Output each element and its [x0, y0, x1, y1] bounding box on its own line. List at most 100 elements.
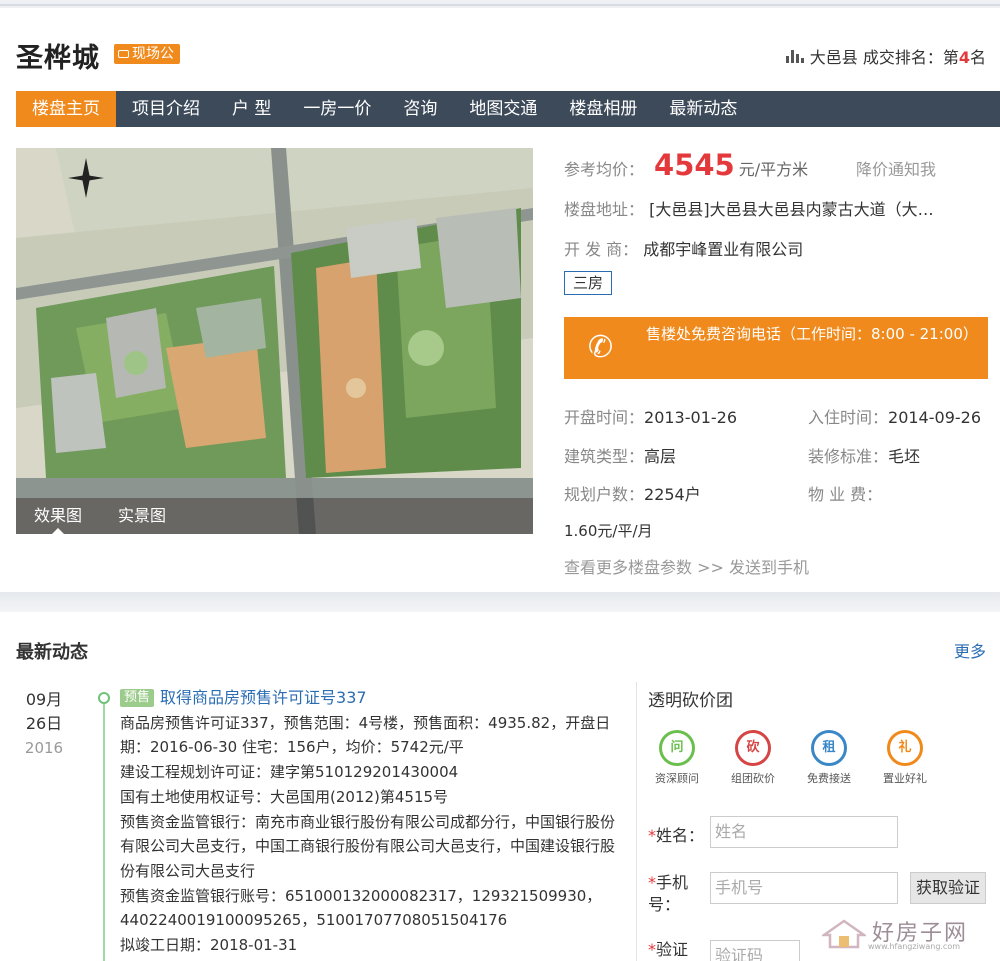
news-line: 预售资金监管银行：南充市商业银行股份有限公司成都分行，中国银行股份有限公司大邑支…	[120, 812, 616, 880]
households-label: 规划户数：	[564, 485, 645, 504]
news-date: 09月26日 2016	[16, 688, 72, 760]
more-params-link[interactable]: 查看更多楼盘参数 >> 发送到手机	[564, 554, 809, 578]
section-gap	[0, 592, 1000, 612]
decoration-label: 装修标准：	[808, 447, 889, 466]
onsite-badge[interactable]: 现场公	[114, 44, 180, 64]
address-row: 楼盘地址： [大邑县]大邑县大邑县内蒙古大道（大…	[564, 196, 988, 220]
name-label: *姓名：	[648, 826, 705, 845]
news-headline-link[interactable]: 取得商品房预售许可证号337	[160, 686, 367, 711]
benefit-label: 免费接送	[807, 772, 851, 785]
main-nav: 楼盘主页 项目介绍 户 型 一房一价 咨询 地图交通 楼盘相册 最新动态	[16, 91, 1000, 127]
news-line: 预售资金监管银行账号：651000132000082317，1293215099…	[120, 886, 602, 930]
get-code-button[interactable]: 获取验证	[910, 872, 986, 904]
rank-prefix: 大邑县 成交排名：第	[809, 48, 959, 67]
consultant-icon: 问	[659, 730, 695, 766]
phone-label: *手机号：	[648, 873, 689, 914]
site-plan-illustration	[16, 148, 533, 534]
consult-phone-text: 售楼处免费咨询电话（工作时间：8:00 - 21:00）	[646, 325, 978, 343]
address-label: 楼盘地址：	[564, 200, 645, 219]
news-line: 建设工程规划许可证：建字第510129201430004	[120, 763, 459, 782]
code-input[interactable]: 验证码	[710, 940, 800, 961]
move-in-value: 2014-09-26	[888, 408, 981, 427]
benefit-free-shuttle[interactable]: 租 免费接送	[794, 730, 864, 786]
phone-icon: ✆	[588, 330, 614, 365]
watermark-url: www.hfangziwang.com	[868, 942, 961, 951]
price-unit: 元/平方米	[738, 160, 809, 179]
benefit-gift[interactable]: 礼 置业好礼	[870, 730, 940, 786]
column-divider	[636, 682, 637, 961]
group-buy-title: 透明砍价团	[648, 691, 733, 711]
tab-real-photos[interactable]: 实景图	[100, 498, 184, 534]
benefit-label: 置业好礼	[883, 772, 927, 785]
news-panel: 最新动态 更多 09月26日 2016 预售 取得商品房预售许可证号337 商品…	[0, 612, 1000, 961]
households-value: 2254户	[644, 485, 701, 504]
address-value[interactable]: [大邑县]大邑县大邑县内蒙古大道（大…	[649, 200, 934, 219]
rank-suffix: 名	[969, 48, 986, 67]
benefit-label: 资深顾问	[655, 772, 699, 785]
tab-rendering[interactable]: 效果图	[16, 498, 100, 534]
phone-input[interactable]: 手机号	[710, 872, 898, 904]
building-type-value: 高层	[644, 447, 677, 466]
code-label: *验证	[648, 940, 689, 959]
photo-tabs: 效果图 实景图	[16, 498, 533, 534]
group-buy-form: 透明砍价团 问 资深顾问 砍 组团砍价 租 免费接送 礼 置业好礼 *姓名： 姓…	[648, 686, 993, 961]
developer-label: 开 发 商：	[564, 240, 639, 259]
nav-item-news[interactable]: 最新动态	[653, 91, 753, 127]
name-input[interactable]: 姓名	[710, 816, 898, 848]
property-fee-label: 物 业 费：	[808, 485, 883, 504]
bar-chart-icon	[785, 49, 804, 63]
open-date-label: 开盘时间：	[564, 408, 645, 427]
news-line: 国有土地使用权证号：大邑国用(2012)第4515号	[120, 787, 449, 806]
nav-item-intro[interactable]: 项目介绍	[116, 91, 216, 127]
news-line: 拟竣工日期：2018-01-31	[120, 936, 298, 955]
news-item: 预售 取得商品房预售许可证号337 商品房预售许可证337，预售范围：4号楼，预…	[120, 686, 620, 958]
nav-item-unit-prices[interactable]: 一房一价	[287, 91, 387, 127]
building-type-label: 建筑类型：	[564, 447, 645, 466]
shuttle-icon: 租	[811, 730, 847, 766]
developer-row: 开 发 商： 成都宇峰置业有限公司	[564, 236, 803, 260]
price-drop-notify-link[interactable]: 降价通知我	[856, 156, 936, 180]
layout-tag[interactable]: 三房	[564, 271, 613, 295]
benefit-label: 组团砍价	[731, 772, 775, 785]
nav-item-album[interactable]: 楼盘相册	[553, 91, 653, 127]
top-strip	[0, 0, 1000, 8]
name-row: *姓名： 姓名	[648, 816, 993, 850]
decoration-value: 毛坯	[888, 447, 921, 466]
name-label-text: 姓名：	[656, 826, 705, 845]
group-buy-benefits: 问 资深顾问 砍 组团砍价 租 免费接送 礼 置业好礼	[648, 730, 993, 790]
timeline-line	[103, 698, 105, 961]
benefit-consultant[interactable]: 问 资深顾问	[642, 730, 712, 786]
timeline-dot	[98, 692, 110, 704]
gift-icon: 礼	[887, 730, 923, 766]
news-line: 商品房预售许可证337，预售范围：4号楼，预售面积：4935.82，开盘日期：2…	[120, 713, 611, 757]
price-value: 4545	[654, 148, 735, 182]
watermark: 好房子网 www.hfangziwang.com	[822, 915, 982, 955]
property-fee-value: 1.60元/平/月	[564, 522, 653, 540]
project-rendering[interactable]: 效果图 实景图	[16, 148, 533, 534]
bargain-icon: 砍	[735, 730, 771, 766]
camera-icon	[118, 50, 129, 58]
nav-item-layouts[interactable]: 户 型	[216, 91, 287, 127]
code-label-text: 验证	[656, 940, 689, 959]
benefit-group-bargain[interactable]: 砍 组团砍价	[718, 730, 788, 786]
onsite-badge-label: 现场公	[132, 46, 174, 62]
project-title: 圣桦城	[16, 43, 100, 74]
move-in-label: 入住时间：	[808, 408, 889, 427]
open-date-value: 2013-01-26	[644, 408, 737, 427]
price-row: 参考均价： 4545 元/平方米 降价通知我	[564, 148, 988, 188]
news-date-year: 2016	[24, 739, 64, 757]
rank-number: 4	[958, 48, 970, 67]
phone-row: *手机号： 手机号 获取验证	[648, 872, 993, 920]
house-logo-icon	[822, 919, 866, 949]
presale-tag: 预售	[120, 689, 155, 708]
news-section-title: 最新动态	[16, 642, 88, 663]
price-label: 参考均价：	[564, 160, 645, 179]
nav-item-home[interactable]: 楼盘主页	[16, 91, 116, 127]
news-date-day: 09月26日	[25, 690, 63, 733]
consult-phone-banner[interactable]: ✆ 售楼处免费咨询电话（工作时间：8:00 - 21:00）	[564, 317, 988, 379]
sales-rank: 大邑县 成交排名：第4名	[785, 44, 986, 68]
developer-value: 成都宇峰置业有限公司	[643, 240, 804, 259]
news-more-link[interactable]: 更多	[954, 638, 986, 662]
nav-item-consult[interactable]: 咨询	[387, 91, 453, 127]
nav-item-map[interactable]: 地图交通	[453, 91, 553, 127]
